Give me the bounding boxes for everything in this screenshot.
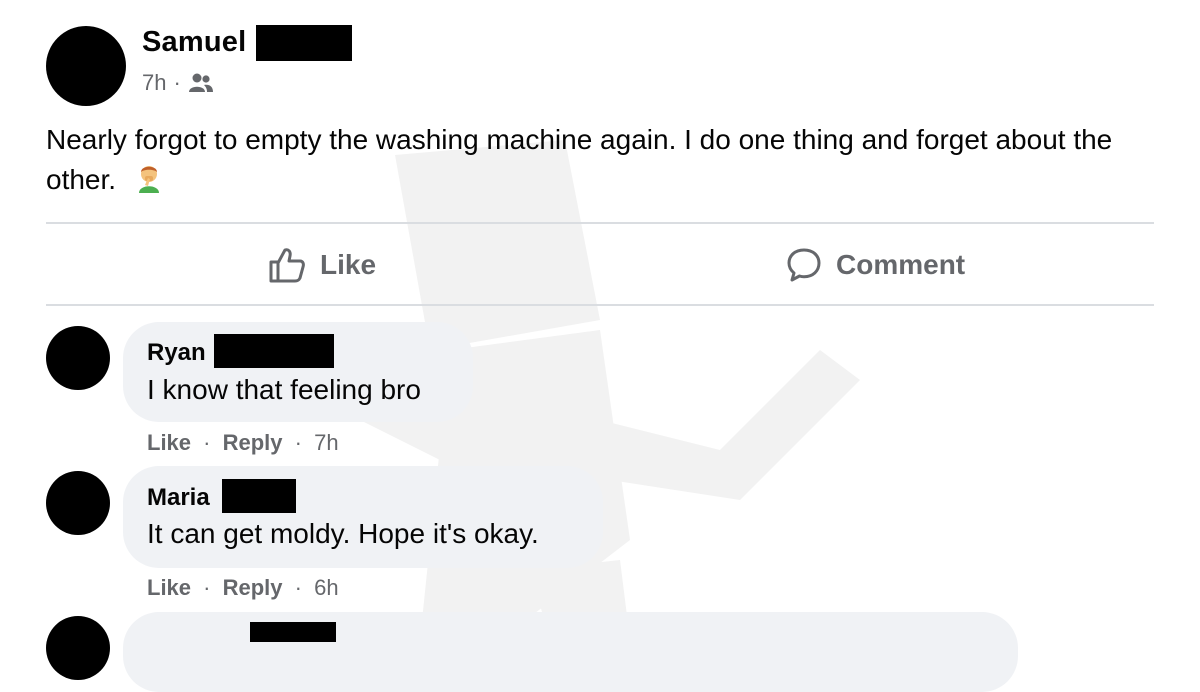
comment-like-link[interactable]: Like	[147, 430, 191, 455]
comment-bubble	[123, 466, 603, 568]
comment-reply-link[interactable]: Reply	[223, 575, 283, 600]
redacted-surname	[256, 25, 352, 61]
comment-author-name[interactable]: Maria	[147, 484, 210, 512]
sep: ·	[294, 575, 302, 600]
post-author-name[interactable]: Samuel	[142, 26, 246, 59]
comment-time[interactable]: 7h	[314, 430, 338, 455]
comment-avatar[interactable]	[46, 471, 110, 535]
comment-like-link[interactable]: Like	[147, 575, 191, 600]
sep: ·	[294, 430, 302, 455]
post-author-avatar[interactable]	[46, 26, 126, 106]
post-text: Nearly forgot to empty the washing machi…	[46, 124, 1113, 195]
comment-avatar[interactable]	[46, 616, 110, 680]
comment-author-name[interactable]: Ryan	[147, 339, 206, 367]
post-time[interactable]: 7h	[142, 70, 166, 96]
person-facepalming-emoji	[138, 166, 159, 193]
redacted-surname	[214, 334, 334, 368]
divider-top	[46, 222, 1154, 224]
sep: ·	[203, 430, 211, 455]
comment-button[interactable]: Comment	[786, 242, 965, 288]
comment-avatar[interactable]	[46, 326, 110, 390]
comment-text: It can get moldy. Hope it's okay.	[147, 518, 539, 549]
like-label: Like	[320, 249, 377, 280]
comment-actions: Like · Reply · 7h	[147, 430, 339, 456]
friends-icon[interactable]	[188, 72, 214, 94]
comment-reply-link[interactable]: Reply	[223, 430, 283, 455]
redacted-surname	[222, 479, 296, 513]
comment-time[interactable]: 6h	[314, 575, 338, 600]
comment-icon	[787, 248, 821, 282]
thumbs-up-icon	[269, 248, 305, 283]
redacted-surname	[250, 622, 336, 642]
divider-bottom	[46, 304, 1154, 306]
meta-separator: ·	[173, 70, 181, 95]
sep: ·	[203, 575, 211, 600]
comment-text: I know that feeling bro	[147, 374, 421, 405]
comment-label: Comment	[836, 249, 966, 280]
comment-actions: Like · Reply · 6h	[147, 575, 339, 601]
like-button[interactable]: Like	[268, 242, 376, 288]
post-body: Nearly forgot to empty the washing machi…	[46, 120, 1156, 200]
post-meta: 7h ·	[142, 70, 214, 96]
